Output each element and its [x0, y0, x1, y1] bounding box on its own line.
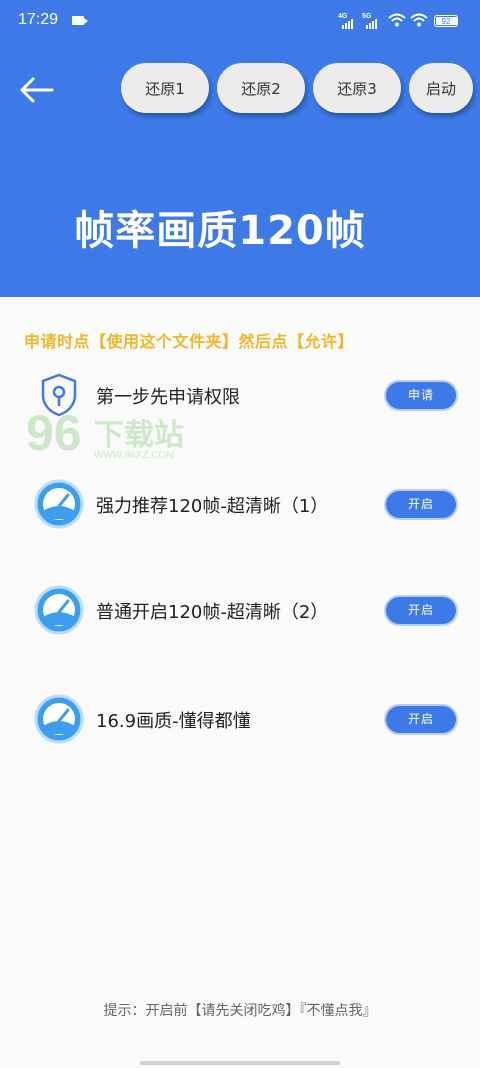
list-item-permission: 第一步先申请权限 申请: [0, 370, 480, 420]
restore-3-button[interactable]: 还原3: [313, 63, 401, 113]
list-item-normal-120fps: 普通开启120帧-超清晰（2） 开启: [0, 585, 480, 635]
list-item-strong-120fps: 强力推荐120帧-超清晰（1） 开启: [0, 479, 480, 529]
restore-2-button[interactable]: 还原2: [217, 63, 305, 113]
video-icon: [72, 16, 88, 25]
header-bar: 17:29 4G 5G 92 还原1 还原2 还原3 启动 帧率画质120帧: [0, 0, 480, 297]
watermark-url: WWW.96XZ.COM: [94, 450, 175, 461]
wifi-icon: [388, 13, 406, 27]
start-button[interactable]: 启动: [409, 63, 473, 113]
list-item-label: 普通开启120帧-超清晰（2）: [96, 602, 329, 623]
list-item-label: 第一步先申请权限: [96, 387, 240, 408]
speedometer-icon: [34, 479, 84, 529]
back-button[interactable]: [14, 72, 58, 108]
signal-4g-icon: 4G: [338, 13, 358, 29]
list-item-label: 16.9画质-懂得都懂: [96, 711, 251, 732]
signal-5g-icon: 5G: [362, 13, 382, 29]
tip-text[interactable]: 提示：开启前【请先关闭吃鸡】『不懂点我』: [0, 1000, 480, 1020]
battery-icon: 92: [434, 15, 458, 27]
notice-text: 申请时点【使用这个文件夹】然后点【允许】: [24, 332, 355, 351]
restore-1-button[interactable]: 还原1: [121, 63, 209, 113]
home-indicator[interactable]: [140, 1061, 340, 1065]
speedometer-icon: [34, 585, 84, 635]
list-item-16-9-quality: 16.9画质-懂得都懂 开启: [0, 694, 480, 744]
status-bar: 17:29 4G 5G 92: [0, 0, 480, 40]
speedometer-icon: [34, 694, 84, 744]
arrow-left-icon: [20, 77, 54, 103]
enable-button[interactable]: 开启: [386, 706, 456, 733]
enable-button[interactable]: 开启: [386, 491, 456, 518]
battery-level: 92: [435, 16, 457, 26]
wifi-icon: [410, 13, 428, 27]
list-item-label: 强力推荐120帧-超清晰（1）: [96, 496, 329, 517]
enable-button[interactable]: 开启: [386, 597, 456, 624]
apply-button[interactable]: 申请: [386, 382, 456, 409]
shield-key-icon: [41, 373, 77, 417]
status-time: 17:29: [18, 11, 59, 28]
page-title: 帧率画质120帧: [74, 208, 366, 254]
